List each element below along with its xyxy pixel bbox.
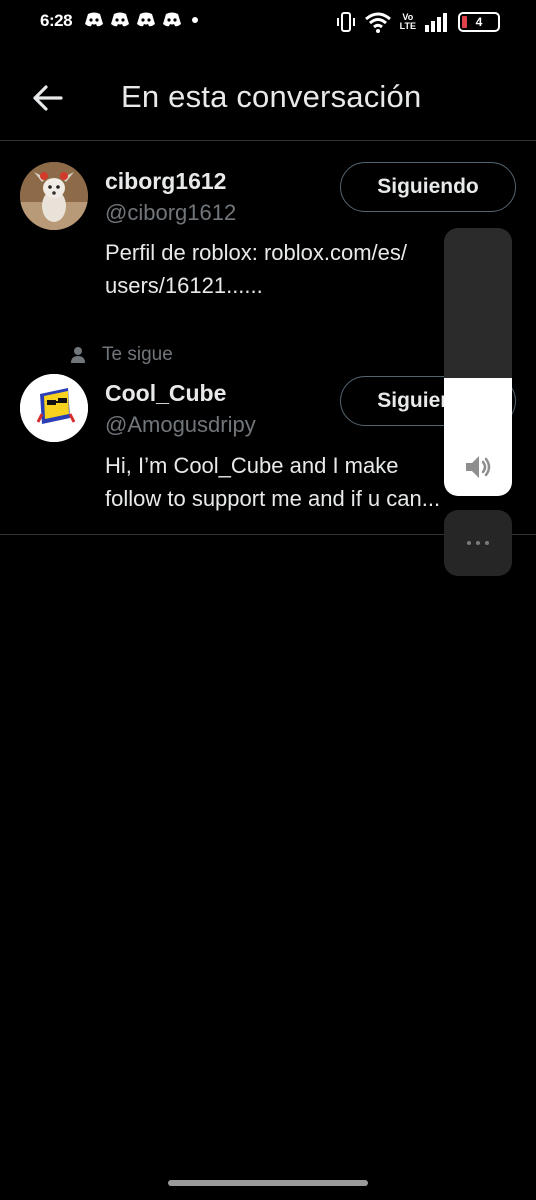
volte-bottom: LTE: [399, 21, 416, 31]
user-name: Cool_Cube: [105, 380, 227, 406]
follows-you-indicator: Te sigue: [70, 344, 173, 366]
arrow-left-icon: [33, 85, 63, 111]
page-title: En esta conversación: [121, 79, 422, 114]
status-bar: 6:28 Vo LTE 4: [0, 0, 536, 46]
header: En esta conversación: [0, 60, 536, 140]
back-button[interactable]: [28, 78, 68, 118]
notification-icons: [84, 12, 198, 28]
avatar[interactable]: [20, 162, 88, 230]
status-time: 6:28: [40, 11, 73, 30]
speaker-icon: [466, 456, 491, 478]
dot: [485, 541, 489, 545]
user-handle: @ciborg1612: [105, 200, 237, 225]
home-indicator[interactable]: [168, 1180, 368, 1186]
dot: [476, 541, 480, 545]
user-name: ciborg1612: [105, 168, 227, 194]
volume-slider[interactable]: [444, 228, 512, 496]
more-notifications-dot: [192, 17, 198, 23]
cube-avatar-image: [20, 374, 88, 442]
following-button[interactable]: Siguiendo: [340, 162, 516, 212]
volume-more-button[interactable]: [444, 510, 512, 576]
vibrate-icon: [336, 12, 355, 32]
user-handle: @Amogusdripy: [105, 412, 256, 437]
dot: [467, 541, 471, 545]
volte-indicator: Vo LTE: [400, 13, 416, 31]
dog-avatar-image: [20, 162, 88, 230]
battery-percent: 4: [475, 15, 483, 29]
discord-icon: [85, 12, 103, 27]
signal-icon: [425, 13, 447, 32]
battery-icon: 4: [458, 12, 500, 32]
person-icon: [71, 347, 85, 363]
discord-icon: [111, 12, 129, 27]
follows-you-label: Te sigue: [102, 344, 173, 365]
header-divider: [0, 140, 536, 141]
discord-icon: [137, 12, 155, 27]
wifi-icon: [364, 12, 391, 33]
avatar[interactable]: [20, 374, 88, 442]
status-indicators: Vo LTE 4: [336, 11, 500, 33]
discord-icon: [163, 12, 181, 27]
